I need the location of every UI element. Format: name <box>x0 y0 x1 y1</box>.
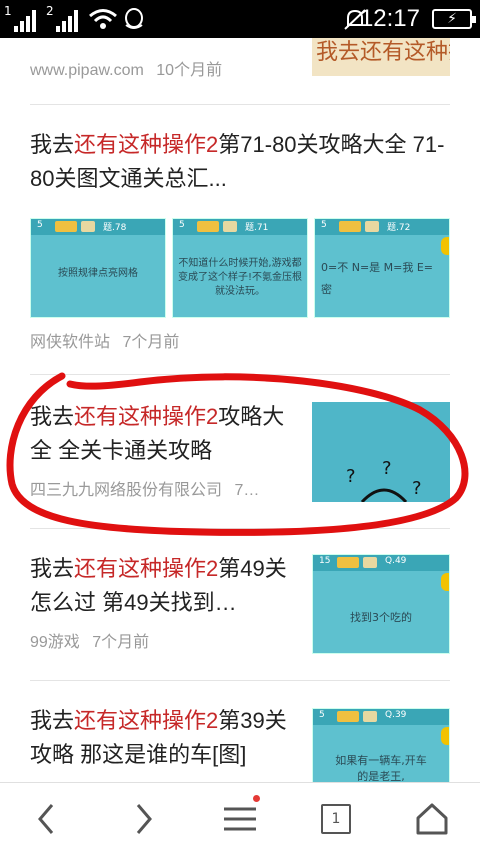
result-title[interactable]: 我去还有这种操作2第71-80关攻略大全 71-80关图文通关总汇... <box>30 128 450 196</box>
forward-button[interactable] <box>114 797 174 841</box>
result-thumbnail[interactable]: 5 题.71 不知道什么时候开始,游戏都变成了这个样子!不氪金压根就没法玩。 <box>172 218 308 318</box>
divider <box>30 680 450 681</box>
result-item[interactable]: 我去还有这种操作2第49关怎么过 第49关找到… 99游戏 7个月前 <box>30 552 300 652</box>
title-highlight: 还有这种操作2 <box>74 556 219 581</box>
qq-icon <box>125 8 143 29</box>
thumbnail-caption: 不知道什么时候开始,游戏都变成了这个样子!不氪金压根就没法玩。 <box>177 258 302 297</box>
result-item[interactable]: 我去还有这种操作2第71-80关攻略大全 71-80关图文通关总汇... <box>30 128 450 196</box>
result-title[interactable]: 我去还有这种操作2第49关怎么过 第49关找到… <box>30 552 300 620</box>
search-results: www.pipaw.com 10个月前 我去还有这种操作2! 我去还有这种操作2… <box>0 38 480 782</box>
chevron-left-icon <box>38 804 54 834</box>
result-source: 网侠软件站 <box>30 334 111 351</box>
menu-button[interactable] <box>210 795 270 841</box>
result-thumbnail[interactable]: ? ? ? <box>312 402 450 504</box>
result-item[interactable]: 我去还有这种操作2攻略大全 全关卡通关攻略 四三九九网络股份有限公司 7… <box>30 400 300 500</box>
result-meta: www.pipaw.com 10个月前 <box>30 56 222 80</box>
result-thumbnail[interactable]: 我去还有这种操作2! <box>312 38 450 76</box>
thumbnail-text: 我去还有这种操作2! <box>316 40 450 65</box>
svg-text:?: ? <box>382 458 392 479</box>
svg-text:?: ? <box>412 478 422 499</box>
thumbnail-caption: 找到3个吃的 <box>350 611 412 624</box>
thumbnail-caption: 按照规律点亮网格 <box>58 268 138 279</box>
result-thumbnail[interactable]: 15 Q.49 找到3个吃的 <box>312 554 450 654</box>
result-thumbnail[interactable]: 5 题.78 按照规律点亮网格 <box>30 218 166 318</box>
signal-sim2-icon: 2 <box>46 4 86 32</box>
result-source: 99游戏 <box>30 634 80 651</box>
clock: 12:17 <box>359 5 420 32</box>
wifi-icon <box>89 9 117 29</box>
result-meta: 四三九九网络股份有限公司 7… <box>30 476 292 500</box>
question-face-image: ? ? ? <box>346 458 422 504</box>
tabs-count: 1 <box>321 804 351 834</box>
svg-text:?: ? <box>346 466 356 487</box>
tabs-button[interactable]: 1 <box>306 797 366 841</box>
result-time: 7… <box>234 482 260 499</box>
sim1-label: 1 <box>4 4 12 18</box>
home-button[interactable] <box>402 797 462 841</box>
result-title[interactable]: 我去还有这种操作2第39关攻略 那这是谁的车[图] <box>30 704 300 772</box>
result-item[interactable]: 我去还有这种操作2第39关攻略 那这是谁的车[图] <box>30 704 300 772</box>
thumbnail-caption: 如果有一辆车,开车的是老王, <box>335 754 427 782</box>
result-time: 7个月前 <box>92 634 150 651</box>
bottom-nav-bar: 1 <box>0 782 480 854</box>
divider <box>30 528 450 529</box>
title-highlight: 还有这种操作2 <box>74 132 219 157</box>
back-button[interactable] <box>16 797 76 841</box>
chevron-right-icon <box>136 804 152 834</box>
result-title[interactable]: 我去还有这种操作2攻略大全 全关卡通关攻略 <box>30 400 300 468</box>
menu-icon <box>224 807 256 831</box>
status-bar: 1 2 12:17 ⚡ <box>0 0 480 38</box>
title-highlight: 还有这种操作2 <box>74 708 219 733</box>
thumbnail-caption: 0=不 N=是 M=我 E=密 <box>321 261 434 296</box>
result-thumbnail[interactable]: 5 Q.39 如果有一辆车,开车的是老王, <box>312 708 450 782</box>
result-meta: 网侠软件站 7个月前 <box>30 328 179 352</box>
result-meta: 99游戏 7个月前 <box>30 628 300 652</box>
home-icon <box>416 803 448 835</box>
result-source: 四三九九网络股份有限公司 <box>30 482 223 499</box>
sim2-label: 2 <box>46 4 54 18</box>
battery-charging-icon: ⚡ <box>432 9 476 29</box>
result-source: www.pipaw.com <box>30 62 144 79</box>
result-time: 10个月前 <box>156 62 223 79</box>
divider <box>30 104 450 105</box>
signal-sim1-icon: 1 <box>4 4 44 32</box>
result-thumbnail[interactable]: 5 题.72 0=不 N=是 M=我 E=密 <box>314 218 450 318</box>
title-highlight: 还有这种操作2 <box>74 404 219 429</box>
result-time: 7个月前 <box>122 334 180 351</box>
notification-dot <box>253 795 260 802</box>
divider <box>30 374 450 375</box>
